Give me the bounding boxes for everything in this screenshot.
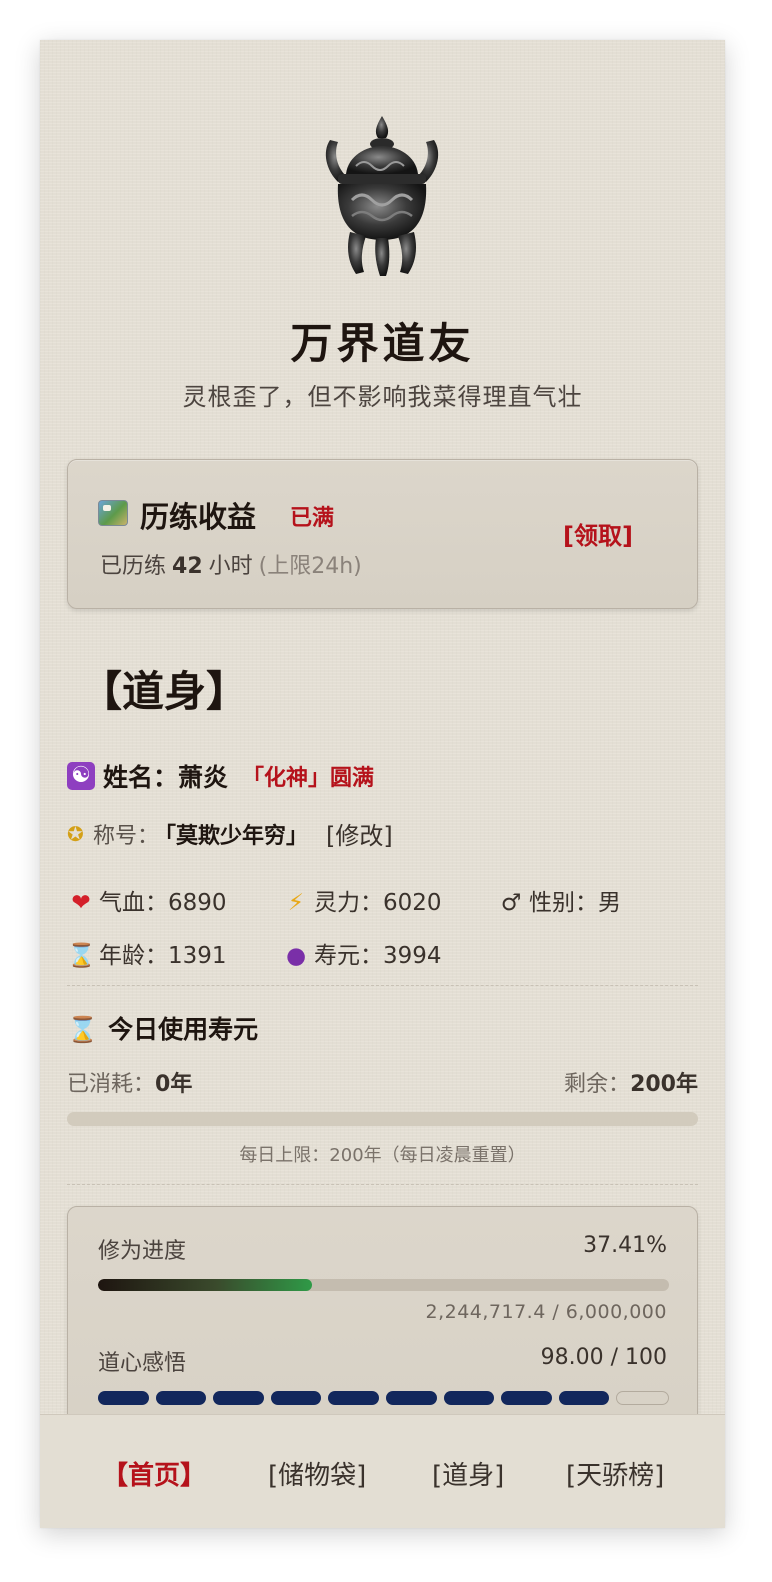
stat-lifespan-text: 寿元：3994: [314, 943, 442, 969]
app-title: 万界道友: [290, 319, 475, 368]
app-screen: 万界道友 灵根歪了，但不影响我菜得理直气壮 历练收益 已满 已历练 42 小时 (上限…: [40, 40, 725, 1528]
nav-dao-body[interactable]: [道身]: [432, 1455, 504, 1492]
claim-button[interactable]: [领取]: [563, 516, 633, 551]
insight-label: 道心感悟: [98, 1351, 187, 1376]
yin-yang-icon: ☯: [67, 762, 95, 790]
stat-mp-text: 灵力：6020: [314, 890, 442, 916]
hourglass-icon: ⌛: [67, 943, 96, 969]
insight-segment: [98, 1391, 149, 1405]
cultivation-progress-fill: [98, 1279, 312, 1291]
life-remaining: 剩余：200年: [564, 1066, 698, 1098]
nav-storage-bag[interactable]: [储物袋]: [268, 1455, 366, 1492]
life-left-value: 200年: [630, 1072, 698, 1097]
cultivation-label: 修为进度: [98, 1239, 187, 1264]
training-rewards-card: 历练收益 已满 已历练 42 小时 (上限24h) [领取]: [67, 459, 698, 609]
divider: [67, 1184, 698, 1185]
life-today-title: ⌛ 今日使用寿元: [67, 1010, 258, 1046]
insight-value: 98.00 / 100: [540, 1345, 667, 1370]
profile-title-row: ✪ 称号： 「莫欺少年穷」 [修改]: [67, 816, 393, 851]
main-scroll-area[interactable]: 万界道友 灵根歪了，但不影响我菜得理直气壮 历练收益 已满 已历练 42 小时 (上限…: [40, 40, 725, 1414]
nav-home[interactable]: 【首页】: [102, 1455, 206, 1492]
stat-gender-text: 性别：男: [529, 890, 621, 916]
title-value: 「莫欺少年穷」: [165, 823, 309, 849]
insight-segment: [270, 1391, 322, 1405]
training-hours: 已历练 42 小时 (上限24h): [100, 548, 362, 580]
cultivation-progress-bar: [98, 1279, 669, 1291]
insight-segment: [443, 1391, 495, 1405]
title-label: 称号：: [93, 823, 160, 849]
realm-badge: 「化神」圆满: [242, 766, 375, 791]
map-icon: [98, 500, 128, 526]
life-used: 已消耗：0年: [67, 1066, 192, 1098]
app-subtitle: 灵根歪了，但不影响我菜得理直气壮: [182, 383, 583, 411]
insight-segment: [501, 1391, 552, 1405]
insight-segment: [328, 1391, 379, 1405]
stat-hp: ❤ 气血：6890: [67, 883, 227, 917]
stat-mp: ⚡ 灵力：6020: [282, 883, 442, 917]
life-usage-bar: [67, 1112, 698, 1126]
life-used-value: 0年: [155, 1072, 193, 1097]
profile-name-row: ☯ 姓名：萧炎 「化神」圆满: [67, 758, 374, 794]
training-hours-prefix: 已历练: [100, 554, 167, 579]
life-used-label: 已消耗：: [67, 1072, 156, 1097]
lightning-icon: ⚡: [287, 890, 305, 916]
life-left-label: 剩余：: [564, 1072, 631, 1097]
insight-segment: [155, 1391, 207, 1405]
insight-segment: [385, 1391, 437, 1405]
life-today-title-text: 今日使用寿元: [108, 1015, 259, 1044]
incense-burner-icon: [325, 116, 439, 276]
insight-segment: [616, 1391, 669, 1405]
stat-age: ⌛ 年龄：1391: [67, 936, 227, 970]
heart-icon: ❤: [71, 890, 91, 916]
section-title: 【道身】: [80, 667, 249, 716]
nav-ranking[interactable]: [天骄榜]: [566, 1455, 664, 1492]
training-hours-value: 42: [172, 554, 203, 579]
training-status-badge: 已满: [290, 506, 335, 531]
insight-segment: [213, 1391, 264, 1405]
training-hours-unit: 小时: [208, 554, 253, 579]
divider: [67, 985, 698, 986]
character-name: 姓名：萧炎: [103, 763, 229, 792]
cultivation-numbers: 2,244,717.4 / 6,000,000: [425, 1301, 667, 1323]
life-limit-note: 每日上限：200年（每日凌晨重置）: [239, 1145, 526, 1166]
stat-age-text: 年龄：1391: [99, 943, 227, 969]
insight-segment-bar: [98, 1391, 669, 1405]
hourglass-icon: ⌛: [67, 1015, 99, 1044]
stat-gender: ♂ 性别：男: [497, 883, 621, 917]
progress-card: 修为进度 37.41% 2,244,717.4 / 6,000,000 道心感悟…: [67, 1206, 698, 1414]
crystal-ball-icon: ●: [285, 943, 307, 969]
training-hours-cap: (上限24h): [258, 554, 362, 579]
medal-icon: ✪: [67, 821, 84, 846]
bottom-nav: 【首页】 [储物袋] [道身] [天骄榜]: [40, 1414, 725, 1528]
stat-lifespan: ● 寿元：3994: [282, 936, 442, 970]
edit-title-button[interactable]: [修改]: [326, 822, 393, 850]
male-icon: ♂: [500, 890, 522, 916]
cultivation-percent: 37.41%: [583, 1233, 667, 1258]
stat-hp-text: 气血：6890: [99, 890, 227, 916]
insight-segment: [558, 1391, 610, 1405]
training-title: 历练收益: [140, 500, 257, 534]
